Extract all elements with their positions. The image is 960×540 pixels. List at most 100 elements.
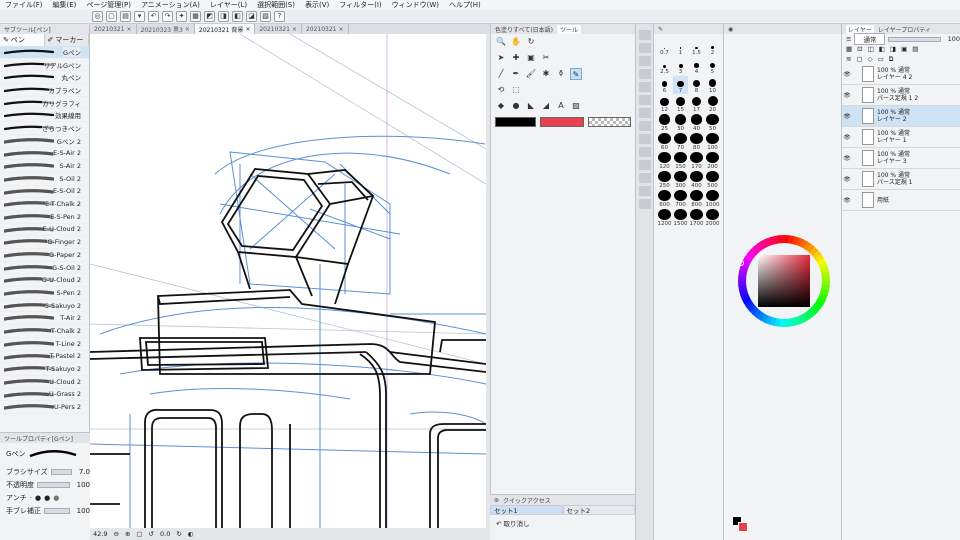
brush-size-cell[interactable]: 80 — [689, 133, 704, 151]
opacity-slider[interactable] — [37, 481, 70, 488]
main-color-swatch[interactable] — [495, 117, 537, 127]
eye-icon[interactable]: 👁 — [842, 155, 852, 162]
brush-size-slider[interactable] — [50, 468, 72, 475]
brush-size-cell[interactable]: 4 — [689, 57, 704, 75]
brush-size-cell[interactable]: 1 — [673, 38, 688, 56]
brush-size-cell[interactable]: 2000 — [705, 209, 720, 227]
brush-list-item[interactable]: E-U-Cloud 2 — [0, 224, 89, 237]
tool-button-icon[interactable]: ✋ — [510, 36, 522, 48]
zoom-out-icon[interactable]: ⊖ — [113, 530, 118, 538]
menu-item[interactable]: 選択範囲(S) — [257, 0, 295, 10]
brush-size-cell[interactable]: 30 — [673, 114, 688, 132]
brush-size-cell[interactable]: 250 — [657, 171, 672, 189]
brush-list-item[interactable]: 丸ペン — [0, 71, 89, 85]
menu-item[interactable]: ヘルプ(H) — [449, 0, 481, 10]
brush-size-cell[interactable]: 300 — [673, 171, 688, 189]
brush-size-cell[interactable]: 500 — [705, 171, 720, 189]
brush-size-cell[interactable]: 150 — [673, 152, 688, 170]
brush-list-item[interactable]: E-S-Oil 2 — [0, 186, 89, 199]
toolbar-button-icon[interactable]: ◪ — [246, 11, 257, 22]
close-icon[interactable]: × — [245, 26, 250, 33]
brush-size-cell[interactable]: 400 — [689, 171, 704, 189]
tab-pen[interactable]: ✎ ペン — [0, 34, 45, 46]
brush-size-cell[interactable]: 5 — [705, 57, 720, 75]
eye-icon[interactable]: 👁 — [842, 176, 852, 183]
fit-icon[interactable]: ▢ — [136, 530, 142, 538]
brush-size-cell[interactable]: 100 — [705, 133, 720, 151]
antialias-strong-icon[interactable]: ● — [53, 494, 59, 502]
brush-list-item[interactable]: S-Air 2 — [0, 160, 89, 173]
brush-list-item[interactable]: ざらつきペン — [0, 122, 89, 135]
tool-button-icon[interactable]: 🔍 — [495, 36, 507, 48]
hue-segment[interactable] — [738, 280, 747, 286]
brush-size-cell[interactable]: 1.5 — [689, 38, 704, 56]
toolbar-button-icon[interactable]: ◎ — [92, 11, 103, 22]
tool-button-icon[interactable]: A — [555, 100, 567, 112]
tool-button-icon[interactable]: ▣ — [525, 52, 537, 64]
tool-button-icon[interactable]: ● — [510, 100, 522, 112]
brush-size-cell[interactable]: 50 — [705, 114, 720, 132]
dock-panel-icon[interactable] — [638, 108, 651, 118]
dock-panel-icon[interactable] — [638, 186, 651, 196]
menu-item[interactable]: ウィンドウ(W) — [392, 0, 439, 10]
tab-layer-property[interactable]: レイヤープロパティ — [878, 25, 931, 34]
toolbar-button-icon[interactable]: ↷ — [162, 11, 173, 22]
tab-marker[interactable]: ✐ マーカー — [44, 34, 89, 46]
eye-icon[interactable]: 👁 — [842, 71, 852, 78]
draft-icon[interactable]: ◧ — [879, 45, 885, 53]
merge-icon[interactable]: ⧉ — [889, 55, 894, 64]
brush-list-item[interactable]: U-Cloud 2 — [0, 376, 89, 389]
brush-size-cell[interactable]: 1000 — [705, 190, 720, 208]
tool-button-icon[interactable]: 🖌 — [525, 68, 537, 80]
brush-size-cell[interactable]: 800 — [689, 190, 704, 208]
toolbar-button-icon[interactable]: ▢ — [106, 11, 117, 22]
brush-list-item[interactable]: T-Line 2 — [0, 338, 89, 351]
close-icon[interactable]: × — [292, 26, 297, 33]
brush-size-cell[interactable]: 8 — [689, 76, 704, 94]
tool-button-icon[interactable]: ✂ — [540, 52, 552, 64]
menu-item[interactable]: フィルター(I) — [339, 0, 381, 10]
brush-size-cell[interactable]: 600 — [657, 190, 672, 208]
opacity-row[interactable]: 不透明度 100 — [0, 478, 90, 491]
brush-size-cell[interactable]: 6 — [657, 76, 672, 94]
brush-list-item[interactable]: カリグラフィ — [0, 97, 89, 110]
layer-opacity-value[interactable]: 100 — [948, 35, 960, 43]
antialias-mid-icon[interactable]: ● — [44, 494, 50, 502]
sub-color-swatch[interactable] — [540, 117, 584, 127]
brush-list-item[interactable]: G-Finger 2 — [0, 236, 89, 249]
brush-size-row[interactable]: ブラシサイズ 7.0 — [0, 465, 90, 478]
dock-panel-icon[interactable] — [638, 147, 651, 157]
tool-button-icon[interactable]: ╱ — [495, 68, 507, 80]
brush-size-cell[interactable]: 700 — [673, 190, 688, 208]
menu-item[interactable]: レイヤー(L) — [210, 0, 247, 10]
brush-size-cell[interactable]: 2.5 — [657, 57, 672, 75]
zoom-in-icon[interactable]: ⊕ — [125, 530, 130, 538]
drawing-canvas[interactable] — [90, 34, 486, 528]
eye-icon[interactable]: 👁 — [842, 113, 852, 120]
dock-panel-icon[interactable] — [638, 134, 651, 144]
eye-icon[interactable]: 👁 — [842, 92, 852, 99]
eye-icon[interactable]: 👁 — [842, 134, 852, 141]
hue-segment[interactable] — [783, 318, 789, 327]
dock-panel-icon[interactable] — [638, 43, 651, 53]
brush-list-item[interactable]: G-Paper 2 — [0, 249, 89, 262]
layer-row[interactable]: 👁 100 % 通常 レイヤー 4 2 — [842, 64, 960, 85]
brush-list-item[interactable]: G-U-Cloud 2 — [0, 274, 89, 288]
document-tab[interactable]: 20210321 × — [90, 24, 137, 34]
tool-button-icon[interactable]: ⬚ — [510, 84, 522, 96]
brush-size-cell[interactable]: 1500 — [673, 209, 688, 227]
brush-list-item[interactable]: E-S-Air 2 — [0, 148, 89, 161]
brush-list-item[interactable]: リアルGペン — [0, 59, 89, 72]
brush-size-cell[interactable]: 120 — [657, 152, 672, 170]
layer-row[interactable]: 👁 100 % 通常 パース定規 1 2 — [842, 85, 960, 106]
dock-panel-icon[interactable] — [638, 121, 651, 131]
layer-row[interactable]: 👁 100 % 通常 レイヤー 3 — [842, 148, 960, 169]
brush-list-item[interactable]: T-Pastel 2 — [0, 351, 89, 364]
toolbar-button-icon[interactable]: ◧ — [232, 11, 243, 22]
quick-access-set1[interactable]: セット1 — [490, 505, 563, 515]
dock-panel-icon[interactable] — [638, 173, 651, 183]
flip-icon[interactable]: ◐ — [188, 530, 194, 538]
document-tab[interactable]: 20210323 黒3 × — [137, 24, 195, 34]
tool-button-icon[interactable]: ◆ — [495, 100, 507, 112]
document-tab[interactable]: 20210321 背景 × — [194, 24, 256, 34]
